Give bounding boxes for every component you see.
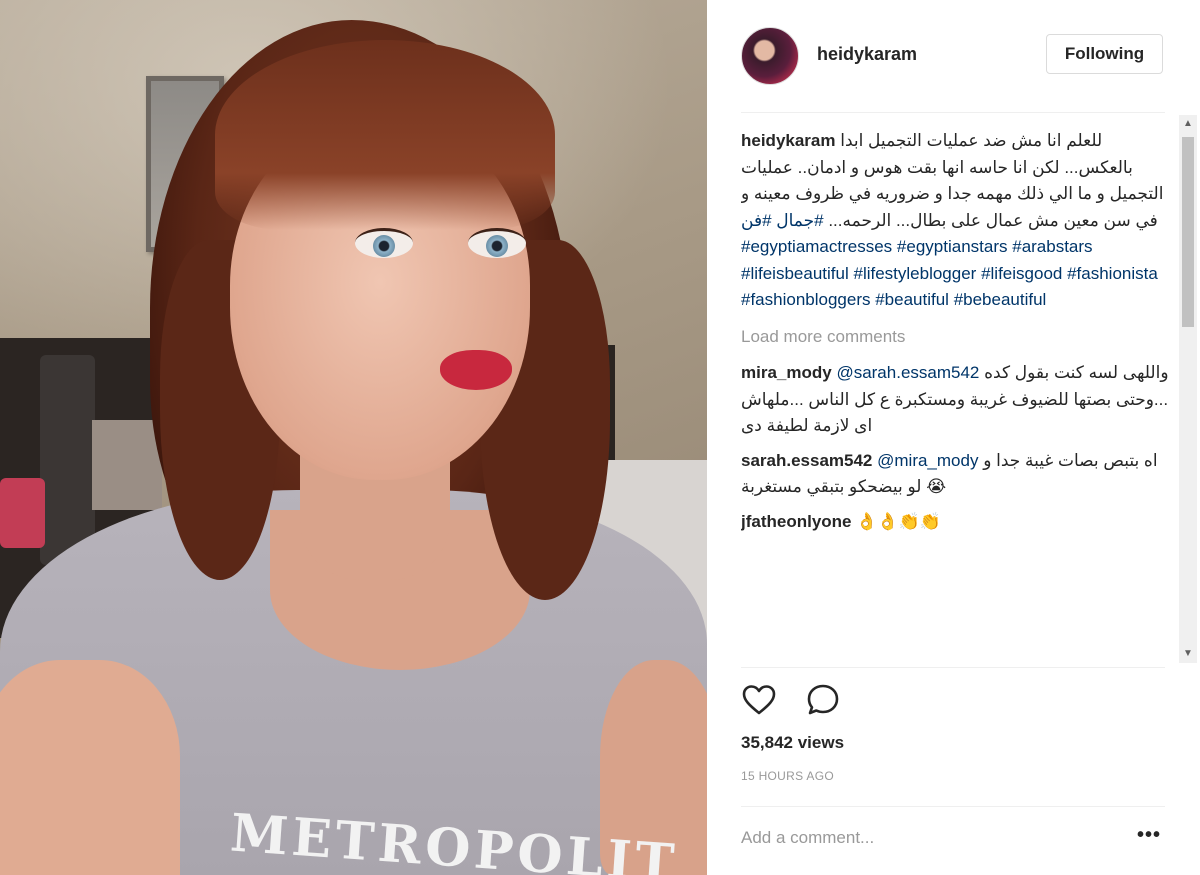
- divider: [741, 112, 1165, 113]
- comment-username[interactable]: mira_mody: [741, 363, 832, 382]
- comments-list[interactable]: heidykaram للعلم انا مش ضد عمليات التجمي…: [741, 128, 1173, 666]
- comment-username[interactable]: jfatheonlyone: [741, 512, 852, 531]
- scroll-down-arrow-icon[interactable]: ▼: [1179, 645, 1197, 663]
- scroll-up-arrow-icon[interactable]: ▲: [1179, 115, 1197, 133]
- post-sidebar: heidykaram Following heidykaram للعلم ان…: [707, 0, 1200, 875]
- caption-username[interactable]: heidykaram: [741, 131, 836, 150]
- divider: [741, 806, 1165, 807]
- divider: [741, 667, 1165, 668]
- hashtag[interactable]: #فن: [741, 211, 772, 230]
- post-timestamp[interactable]: 15 HOURS AGO: [741, 769, 834, 783]
- hashtag[interactable]: #egyptianstars: [897, 237, 1008, 256]
- comment-text: 👌👌👏👏: [856, 511, 941, 531]
- scrollbar-thumb[interactable]: [1182, 137, 1194, 327]
- hashtag[interactable]: #lifeisgood: [981, 264, 1062, 283]
- add-comment-input[interactable]: [741, 820, 1101, 856]
- comment-icon[interactable]: [805, 682, 841, 718]
- comment-mention[interactable]: @mira_mody: [877, 451, 978, 470]
- comments-scrollbar[interactable]: ▲ ▼: [1179, 115, 1197, 663]
- hashtag[interactable]: #lifeisbeautiful: [741, 264, 849, 283]
- load-more-comments-link[interactable]: Load more comments: [741, 324, 1173, 351]
- following-button[interactable]: Following: [1046, 34, 1163, 74]
- header-username[interactable]: heidykaram: [817, 44, 917, 65]
- background-chair: [40, 355, 95, 565]
- hashtag[interactable]: #beautiful: [875, 290, 949, 309]
- hashtag[interactable]: #bebeautiful: [954, 290, 1047, 309]
- hashtag[interactable]: #arabstars: [1012, 237, 1092, 256]
- comment: sarah.essam542 @mira_mody اه بتبص بصات غ…: [741, 448, 1173, 501]
- comment: mira_mody @sarah.essam542 واللهى لسه كنت…: [741, 360, 1173, 440]
- caption: heidykaram للعلم انا مش ضد عمليات التجمي…: [741, 128, 1173, 314]
- action-bar: [741, 682, 865, 722]
- background-pink-object: [0, 478, 45, 548]
- hashtag[interactable]: #lifestyleblogger: [853, 264, 976, 283]
- background-shelf: [92, 420, 162, 510]
- person-lips: [440, 350, 512, 390]
- person-eye-right: [468, 228, 526, 258]
- hashtag[interactable]: #fashionbloggers: [741, 290, 870, 309]
- hashtag[interactable]: #fashionista: [1067, 264, 1158, 283]
- avatar[interactable]: [741, 27, 799, 85]
- more-options-icon[interactable]: •••: [1137, 824, 1161, 847]
- heart-icon[interactable]: [741, 682, 777, 718]
- views-count[interactable]: 35,842 views: [741, 733, 844, 753]
- person-shoulder: [0, 660, 180, 875]
- comment-username[interactable]: sarah.essam542: [741, 451, 872, 470]
- comment-mention[interactable]: @sarah.essam542: [836, 363, 979, 382]
- instagram-post: METROPOLIT heidykaram Following heidykar…: [0, 0, 1200, 875]
- post-header: heidykaram Following: [707, 0, 1200, 112]
- hashtag[interactable]: #جمال: [776, 211, 823, 230]
- comment: jfatheonlyone 👌👌👏👏: [741, 509, 1173, 536]
- person-bangs: [215, 40, 555, 230]
- post-video[interactable]: METROPOLIT: [0, 0, 707, 875]
- hashtag[interactable]: #egyptiamactresses: [741, 237, 892, 256]
- person-eye-left: [355, 228, 413, 258]
